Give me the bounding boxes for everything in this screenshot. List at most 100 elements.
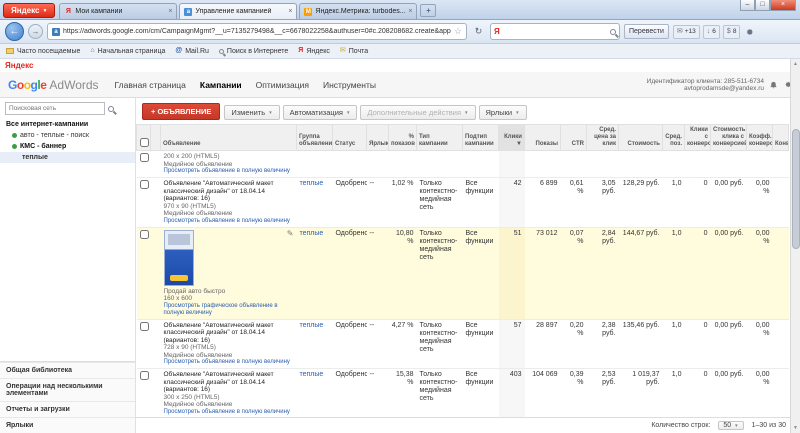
column-header-served[interactable]: % показов xyxy=(389,125,417,151)
column-header-csub[interactable]: Подтип кампании xyxy=(463,125,499,151)
edit-button[interactable]: Изменить▼ xyxy=(224,105,279,120)
tab-close-icon[interactable]: × xyxy=(288,8,292,15)
sidebar-item[interactable]: Все интернет-кампании xyxy=(0,119,135,130)
column-header-status[interactable]: Статус xyxy=(333,125,367,151)
more-actions-button[interactable]: Дополнительные действия▼ xyxy=(360,105,475,120)
bookmark-label: Mail.Ru xyxy=(185,48,209,55)
column-header-ad[interactable]: Объявление xyxy=(161,125,297,151)
cell-ctr: 0,20 % xyxy=(561,319,587,369)
translate-button[interactable]: Перевести xyxy=(624,24,669,39)
row-checkbox[interactable] xyxy=(140,322,149,331)
ad-size: 970 x 90 (HTML5) xyxy=(164,203,294,211)
ad-group-link[interactable]: теплые xyxy=(300,371,324,378)
column-header-pos[interactable]: Сред. поз. xyxy=(663,125,685,151)
automate-button[interactable]: Автоматизация▼ xyxy=(283,105,358,120)
money-icon: $ xyxy=(727,26,731,38)
column-header-conv[interactable]: Конверсии xyxy=(773,125,789,151)
browser-tab[interactable]: МЯндекс.Метрика: turbodes...× xyxy=(299,3,417,19)
row-checkbox[interactable] xyxy=(140,230,149,239)
sidebar-item[interactable]: теплые xyxy=(0,152,135,163)
row-checkbox[interactable] xyxy=(140,153,149,162)
bookmark-item[interactable]: Поиск в Интернете xyxy=(219,48,288,55)
row-checkbox[interactable] xyxy=(140,180,149,189)
column-header-labels[interactable]: Ярлыки xyxy=(367,125,389,151)
new-ad-button[interactable]: + ОБЪЯВЛЕНИЕ xyxy=(142,103,220,120)
sidebar-section-labels[interactable]: Ярлыки xyxy=(0,417,135,433)
tab-close-icon[interactable]: × xyxy=(168,8,172,15)
column-header-ctype[interactable]: Тип кампании xyxy=(417,125,463,151)
column-header-group[interactable]: Группа объявлений xyxy=(297,125,333,151)
tab-close-icon[interactable]: × xyxy=(408,8,412,15)
browser-vertical-scrollbar[interactable]: ▲ ▼ xyxy=(790,59,800,433)
bookmark-star-icon[interactable]: ☆ xyxy=(454,26,462,37)
row-checkbox[interactable] xyxy=(140,371,149,380)
disk-badge[interactable]: ↓6 xyxy=(703,25,720,39)
browser-search-input[interactable] xyxy=(503,28,607,35)
sidebar-search-icon[interactable] xyxy=(108,106,114,112)
sidebar-item[interactable]: авто - теплые - поиск xyxy=(0,130,135,141)
adwords-top-nav: Главная страница Кампании Оптимизация Инстр… xyxy=(115,80,376,90)
notifications-bell-icon[interactable] xyxy=(769,76,778,94)
money-badge[interactable]: $8 xyxy=(723,25,741,39)
browser-tab[interactable]: ЯМои кампании× xyxy=(59,3,177,19)
bookmark-item[interactable]: ⌂Начальная страница xyxy=(90,47,165,55)
view-full-size-link[interactable]: Просмотреть объявление в полную величину xyxy=(164,359,294,366)
ad-group-link[interactable]: теплые xyxy=(300,230,324,237)
view-full-size-link[interactable]: Просмотреть графическое объявление в пол… xyxy=(164,303,294,317)
browser-settings-gear-icon[interactable] xyxy=(744,27,754,37)
scrollbar-thumb[interactable] xyxy=(792,129,800,249)
yandex-panel-button[interactable]: Яндекс xyxy=(5,61,33,70)
nav-tab-home[interactable]: Главная страница xyxy=(115,80,186,90)
campaign-search-input[interactable] xyxy=(5,102,105,115)
sidebar-section-shared-library[interactable]: Общая библиотека xyxy=(0,362,135,378)
mail-badge[interactable]: ✉+13 xyxy=(673,25,700,39)
bookmark-item[interactable]: ✉Почта xyxy=(340,47,368,55)
view-full-size-link[interactable]: Просмотреть объявление в полную величину xyxy=(164,168,294,175)
refresh-button[interactable]: ↻ xyxy=(471,24,486,39)
view-full-size-link[interactable]: Просмотреть объявление в полную величину xyxy=(164,409,294,416)
close-button[interactable]: × xyxy=(770,0,796,11)
scroll-down-icon[interactable]: ▼ xyxy=(791,423,800,433)
browser-search-box[interactable]: Я xyxy=(490,23,620,40)
nav-tab-tools[interactable]: Инструменты xyxy=(323,80,376,90)
new-tab-button[interactable]: + xyxy=(420,4,436,17)
campaign-status-dot-icon xyxy=(12,144,17,149)
bookmark-label: Часто посещаемые xyxy=(17,48,80,55)
url-bar[interactable]: a https://adwords.google.com/cm/Campaign… xyxy=(47,23,467,40)
bookmark-item[interactable]: ЯЯндекс xyxy=(298,47,330,55)
column-header-convrate[interactable]: Коэфф. конверсии xyxy=(747,125,773,151)
bookmark-item[interactable]: Часто посещаемые xyxy=(6,48,80,55)
column-header-convcost[interactable]: Стоимость клика с конверсией xyxy=(711,125,747,151)
scroll-up-icon[interactable]: ▲ xyxy=(791,59,800,69)
sidebar-section-reports[interactable]: Отчеты и загрузки xyxy=(0,401,135,417)
browser-tab[interactable]: aУправление кампанией× xyxy=(179,3,297,19)
column-header-cpc[interactable]: Сред. цена за клик xyxy=(587,125,619,151)
select-all-checkbox[interactable] xyxy=(140,138,149,147)
column-header-clicks[interactable]: Клики ▼ xyxy=(499,125,525,151)
nav-tab-campaigns[interactable]: Кампании xyxy=(200,80,242,90)
minimize-button[interactable]: – xyxy=(740,0,755,11)
sidebar-section-bulk-operations[interactable]: Операции над несколькими элементами xyxy=(0,378,135,401)
bookmark-item[interactable]: @Mail.Ru xyxy=(175,47,209,55)
ad-group-link[interactable]: теплые xyxy=(300,322,324,329)
column-header-ctr[interactable]: CTR xyxy=(561,125,587,151)
browser-menu-button[interactable]: Яндекс ▼ xyxy=(3,3,55,18)
maximize-button[interactable]: □ xyxy=(755,0,770,11)
cell-csub xyxy=(463,151,499,178)
cell-convc: 0 xyxy=(685,319,711,369)
column-header-cost[interactable]: Стоимость xyxy=(619,125,663,151)
edit-pencil-icon[interactable]: ✎ xyxy=(287,230,294,238)
ad-banner-image[interactable] xyxy=(164,230,194,286)
labels-button[interactable]: Ярлыки▼ xyxy=(479,105,527,120)
column-header-convc[interactable]: Клики с конверсией xyxy=(685,125,711,151)
rows-per-page-select[interactable]: 50 ▼ xyxy=(718,421,743,430)
ad-group-link[interactable]: теплые xyxy=(300,180,324,187)
view-full-size-link[interactable]: Просмотреть объявление в полную величину xyxy=(164,218,294,225)
back-button[interactable]: ← xyxy=(5,22,24,41)
search-icon[interactable] xyxy=(610,29,616,35)
sidebar-item[interactable]: КМС - баннер xyxy=(0,141,135,152)
column-header-impr[interactable]: Показы xyxy=(525,125,561,151)
chevron-down-icon: ▼ xyxy=(734,423,738,428)
nav-tab-optimization[interactable]: Оптимизация xyxy=(256,80,309,90)
forward-button[interactable]: → xyxy=(28,24,43,39)
